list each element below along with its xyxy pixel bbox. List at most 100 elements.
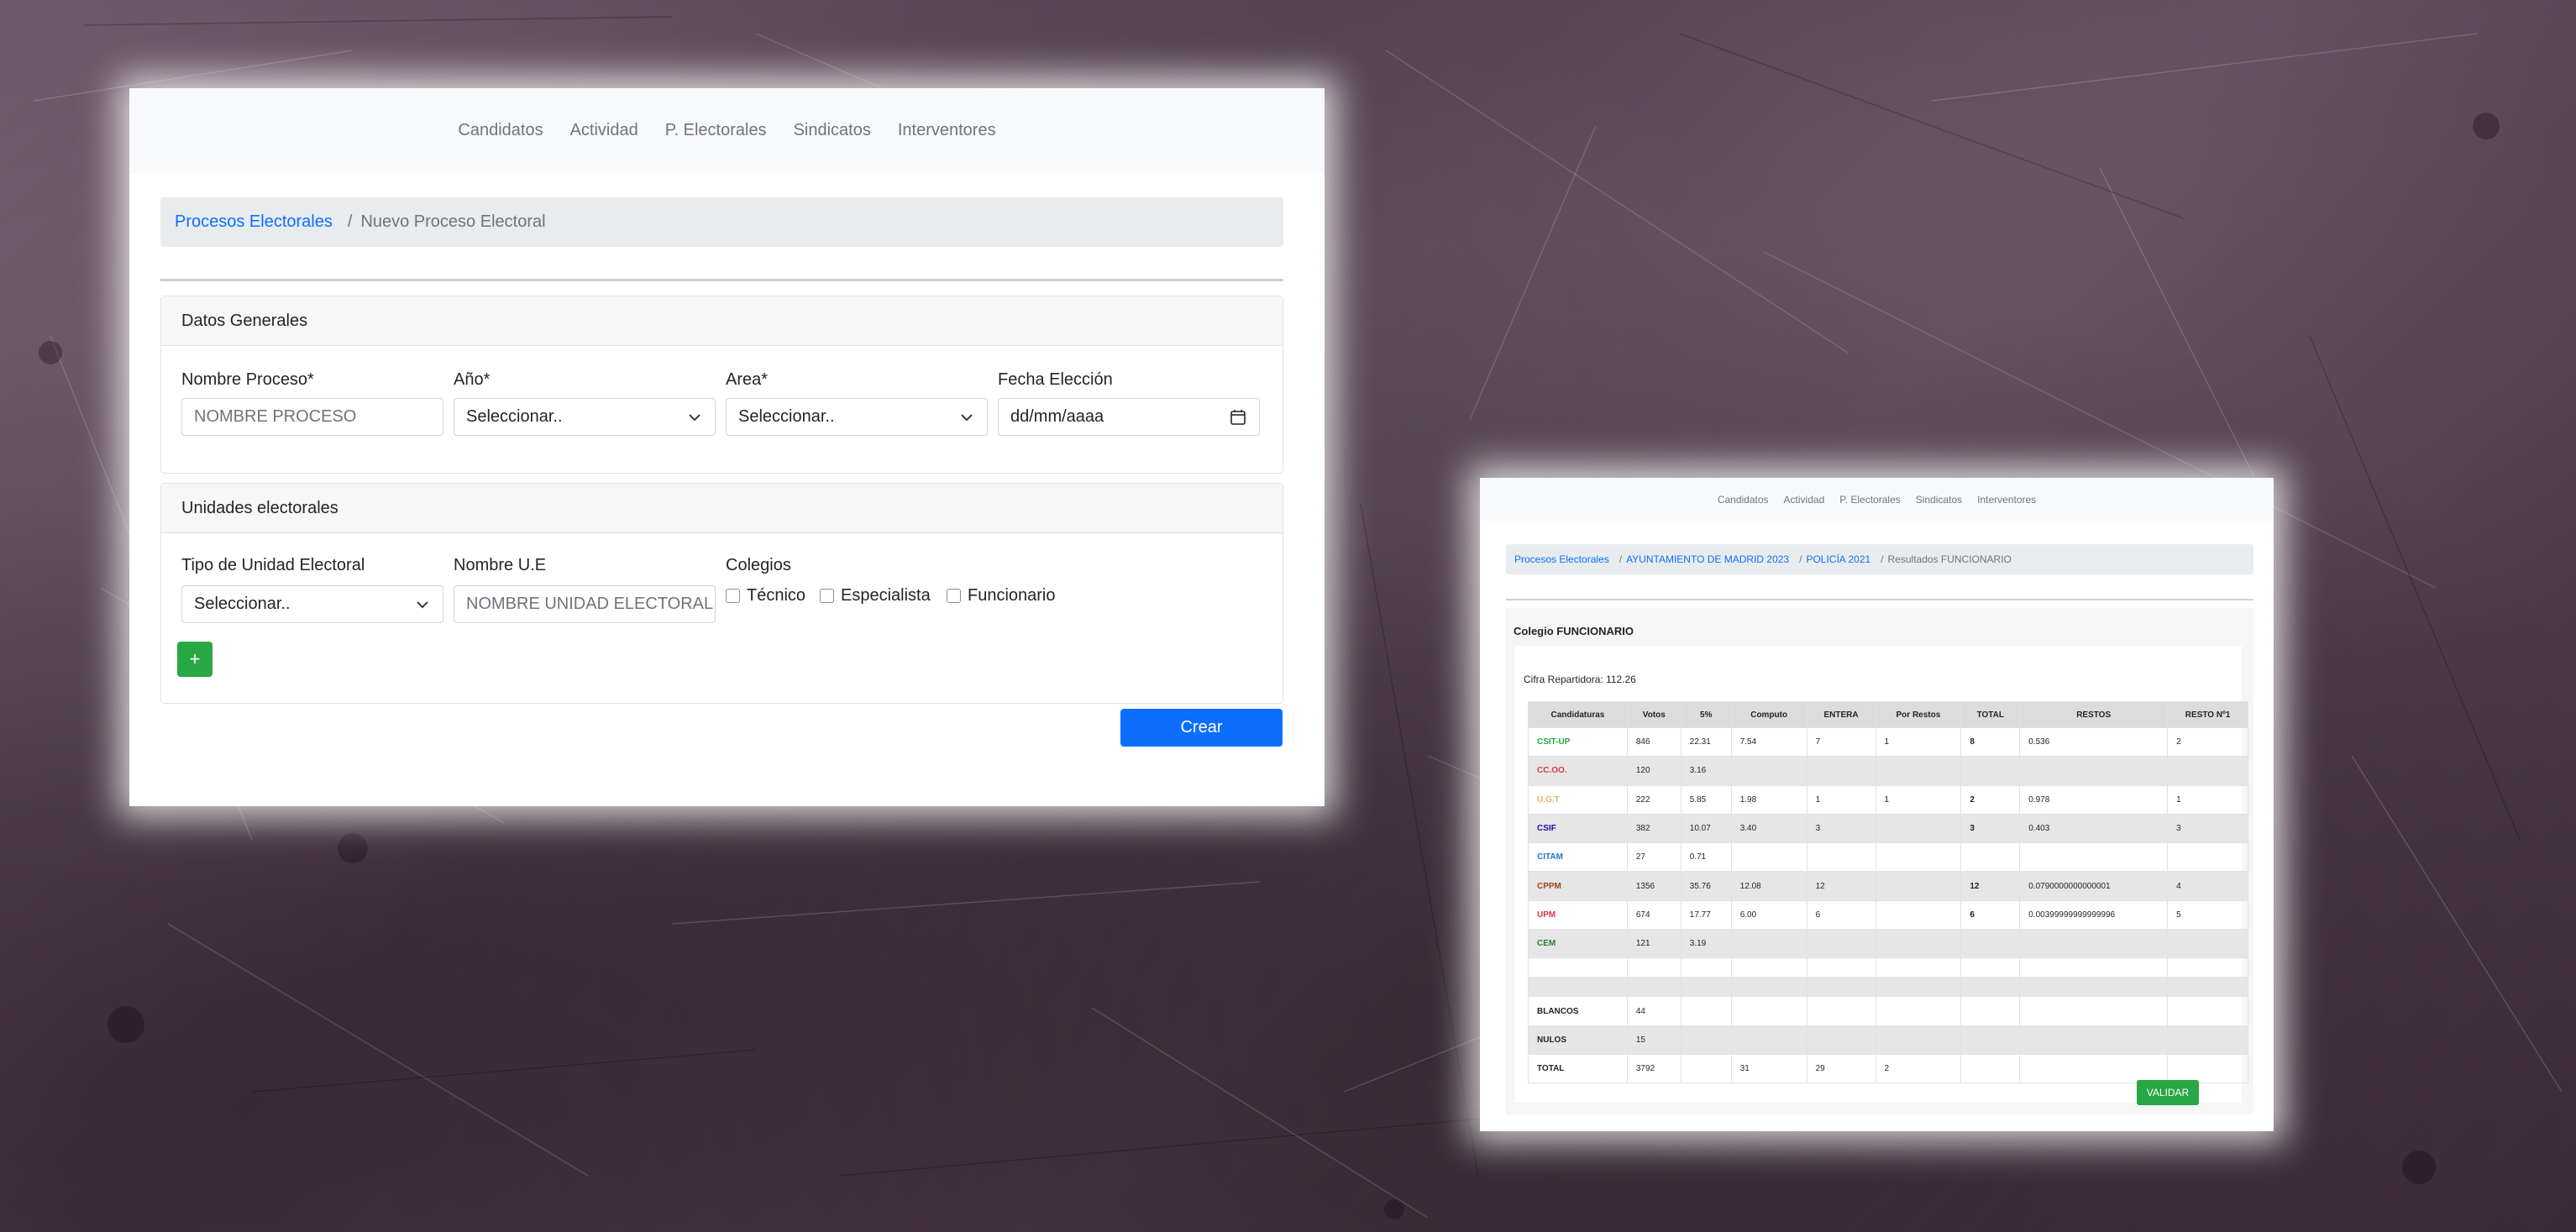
col-por-restos: Por Restos xyxy=(1875,701,1962,728)
cell-pct5: 5.85 xyxy=(1680,784,1732,815)
cell-pct5 xyxy=(1680,1025,1732,1055)
nav-p-electorales[interactable]: P. Electorales xyxy=(1832,494,1908,506)
results-table-body: CSIT-UP 846 22.31 7.54 7 1 8 0.536 2 CC.OO. 120 3.1… xyxy=(1528,726,2248,1084)
cell-computo xyxy=(1730,756,1807,786)
cell-pct5: 3.19 xyxy=(1680,929,1732,959)
table-row: UPM 674 17.77 6.00 6 6 0.00399999999999996 5 xyxy=(1528,899,2248,931)
fecha-eleccion-label: Fecha Elección xyxy=(998,370,1113,389)
calendar-icon[interactable] xyxy=(1229,408,1247,427)
breadcrumb-separator: / xyxy=(1881,553,1884,565)
checkbox-box[interactable] xyxy=(820,589,834,603)
cell-entera: 6 xyxy=(1806,899,1876,931)
add-unidad-button[interactable]: + xyxy=(177,642,212,677)
chevron-down-icon xyxy=(689,413,700,421)
cell-resto-n1 xyxy=(2167,929,2248,959)
cell-resto-n1: 1 xyxy=(2167,784,2248,815)
cell-votos: 3792 xyxy=(1626,1053,1681,1084)
colegio-especialista-checkbox[interactable]: Especialista xyxy=(820,586,931,606)
crear-button[interactable]: Crear xyxy=(1120,709,1283,747)
cell-resto-n1: 3 xyxy=(2167,813,2248,844)
nav-candidatos[interactable]: Candidatos xyxy=(444,121,556,140)
checkbox-box[interactable] xyxy=(726,589,740,603)
breadcrumb-current: Resultados FUNCIONARIO xyxy=(1887,553,2012,565)
cell-entera: 29 xyxy=(1806,1053,1876,1084)
area-select-value: Seleccionar.. xyxy=(738,407,835,426)
cell-total xyxy=(1960,977,2021,998)
nav-sindicatos[interactable]: Sindicatos xyxy=(1908,494,1970,506)
cell-entera: 12 xyxy=(1806,871,1876,901)
cell-resto-n1 xyxy=(2167,1025,2248,1055)
area-select[interactable]: Seleccionar.. xyxy=(726,398,988,436)
nav-interventores[interactable]: Interventores xyxy=(1970,494,2043,506)
nav-interventores[interactable]: Interventores xyxy=(884,121,1010,140)
cell-computo xyxy=(1730,977,1807,998)
cell-votos: 44 xyxy=(1626,996,1681,1026)
top-navbar: Candidatos Actividad P. Electorales Sind… xyxy=(129,88,1325,173)
col-candidaturas: Candidaturas xyxy=(1528,701,1628,728)
fecha-eleccion-input[interactable]: dd/mm/aaaa xyxy=(998,398,1260,436)
cell-por-restos: 2 xyxy=(1875,1053,1962,1084)
table-row: CSIF 382 10.07 3.40 3 3 0.403 3 xyxy=(1528,813,2248,844)
cell-pct5 xyxy=(1680,957,1732,978)
cell-resto-n1 xyxy=(2167,756,2248,786)
cell-pct5: 10.07 xyxy=(1680,813,1732,844)
cell-computo xyxy=(1730,957,1807,978)
validar-button[interactable]: VALIDAR xyxy=(2137,1080,2199,1105)
cell-restos xyxy=(2019,842,2169,873)
breadcrumb-separator: / xyxy=(1799,553,1802,565)
breadcrumb-ayuntamiento[interactable]: AYUNTAMIENTO DE MADRID 2023 xyxy=(1626,553,1789,565)
cell-candidatura xyxy=(1528,977,1628,998)
nav-actividad[interactable]: Actividad xyxy=(1776,494,1833,506)
cell-restos: 0.978 xyxy=(2019,784,2169,815)
colegio-funcionario-checkbox[interactable]: Funcionario xyxy=(947,586,1056,606)
divider xyxy=(1506,599,2253,600)
tipo-unidad-select[interactable]: Seleccionar.. xyxy=(181,585,443,623)
cell-resto-n1 xyxy=(2167,996,2248,1026)
cell-computo: 1.98 xyxy=(1730,784,1807,815)
cell-entera xyxy=(1806,977,1876,998)
table-row: CITAM 27 0.71 xyxy=(1528,842,2248,873)
nav-sindicatos[interactable]: Sindicatos xyxy=(780,121,884,140)
cell-entera xyxy=(1806,929,1876,959)
col-votos: Votos xyxy=(1626,701,1681,728)
breadcrumb-procesos-electorales[interactable]: Procesos Electorales xyxy=(1514,553,1609,565)
cell-por-restos: 1 xyxy=(1875,726,1962,758)
checkbox-box[interactable] xyxy=(947,589,961,603)
cell-por-restos xyxy=(1875,929,1962,959)
cell-total: 12 xyxy=(1960,871,2021,901)
breadcrumb-procesos-electorales[interactable]: Procesos Electorales xyxy=(175,212,333,232)
cell-restos xyxy=(2019,1025,2169,1055)
cell-por-restos xyxy=(1875,899,1962,931)
area-label: Area* xyxy=(726,370,769,389)
nav-actividad[interactable]: Actividad xyxy=(557,121,652,140)
colegio-tecnico-label: Técnico xyxy=(747,586,806,605)
nombre-proceso-input[interactable]: NOMBRE PROCESO xyxy=(181,398,443,436)
cell-candidatura: CSIT-UP xyxy=(1528,726,1628,758)
cell-por-restos xyxy=(1875,756,1962,786)
col-total: TOTAL xyxy=(1960,701,2021,728)
nav-p-electorales[interactable]: P. Electorales xyxy=(652,121,780,140)
cell-entera: 7 xyxy=(1806,726,1876,758)
cell-pct5 xyxy=(1680,1053,1732,1084)
cell-resto-n1 xyxy=(2167,977,2248,998)
results-table: Candidaturas Votos 5% Computo ENTERA Por… xyxy=(1528,701,2248,1084)
colegio-tecnico-checkbox[interactable]: Técnico xyxy=(726,586,805,606)
nombre-ue-input[interactable]: NOMBRE UNIDAD ELECTORAL xyxy=(454,585,716,623)
cell-votos xyxy=(1626,957,1681,978)
breadcrumb-policia[interactable]: POLICÍA 2021 xyxy=(1806,553,1870,565)
cell-restos: 0.0790000000000001 xyxy=(2019,871,2169,901)
nav-candidatos[interactable]: Candidatos xyxy=(1710,494,1776,506)
cell-total: 6 xyxy=(1960,899,2021,931)
cell-votos: 674 xyxy=(1626,899,1681,931)
breadcrumb-separator: / xyxy=(1619,553,1623,565)
breadcrumb: Procesos Electorales / AYUNTAMIENTO DE M… xyxy=(1506,544,2253,574)
col-restos: RESTOS xyxy=(2019,701,2169,728)
cell-pct5: 17.77 xyxy=(1680,899,1732,931)
nombre-proceso-placeholder: NOMBRE PROCESO xyxy=(194,407,357,426)
cell-candidatura xyxy=(1528,957,1628,978)
cell-por-restos xyxy=(1875,996,1962,1026)
divider xyxy=(160,279,1283,281)
table-row: CSIT-UP 846 22.31 7.54 7 1 8 0.536 2 xyxy=(1528,726,2248,758)
anio-select[interactable]: Seleccionar.. xyxy=(454,398,716,436)
tipo-unidad-select-value: Seleccionar.. xyxy=(194,595,291,613)
